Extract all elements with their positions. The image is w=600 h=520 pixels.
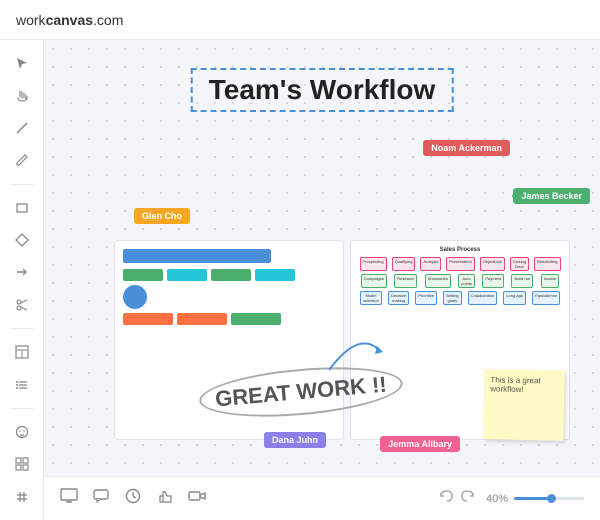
sales-tree: Sales Process Prospecting Qualifying Ana… [351,241,569,314]
curved-arrow-svg [309,320,389,380]
sales-node-setting: Settinggoals [443,291,461,305]
redo-icon[interactable] [460,488,476,509]
sales-row-1: Prospecting Qualifying Analysis Presenta… [357,257,563,271]
monitor-icon[interactable] [60,487,78,510]
sidebar [0,40,44,520]
zoom-slider[interactable] [514,497,584,500]
user-label-james: James Becker [513,188,590,204]
hand-tool[interactable] [8,82,36,108]
pen-tool[interactable] [8,147,36,173]
mini-box-4 [255,269,295,281]
sales-node-equivalence: Equivalence [532,291,560,305]
sales-node-presentation: Presentation [446,257,474,271]
sales-node-long-ago: Long ago [503,291,526,305]
video-icon[interactable] [188,487,206,510]
canvas-area[interactable]: Team's Workflow Noam Ackerman James Beck… [44,40,600,520]
sales-node-prioritize: Prioritize [415,291,437,305]
sales-title: Sales Process [357,247,563,253]
sales-node-build-run: Build run [511,274,533,288]
line-tool[interactable] [8,115,36,141]
user-label-noam: Noam Ackerman [423,140,510,156]
header: workcanvas.com [0,0,600,40]
sales-node-summaries: Summaries [425,274,451,288]
sales-node-qualifying: Qualifying [392,257,416,271]
sales-row-2: Campaigns Research Summaries Autopoints … [357,274,563,288]
canvas-title[interactable]: Team's Workflow [191,68,454,112]
sales-node-analysis: Analysis [420,257,441,271]
sales-node-collaboration: Collaboration [468,291,498,305]
sales-node-auto: Autopoints [458,274,475,288]
mini-row-2 [123,285,335,309]
sales-node-model: Modelselection [360,291,382,305]
rectangle-tool[interactable] [8,195,36,221]
sales-node-research: Research [394,274,417,288]
mini-row-1 [123,269,335,281]
sales-node-decision: Decisionmaking [388,291,409,305]
logo-bold: canvas [46,12,93,28]
mini-box-9 [177,313,227,325]
thumb-up-icon[interactable] [156,487,174,510]
logo: workcanvas.com [16,12,123,28]
sales-node-objections: Objections [480,257,505,271]
sticky-note: This is a great workflow! [483,369,564,440]
sales-node-prospecting: Prospecting [360,257,387,271]
bottom-toolbar: 40% [44,476,600,520]
user-label-jemma: Jemma Alibary [380,436,460,452]
mini-box-10 [231,313,281,325]
arrow-tool[interactable] [8,259,36,285]
sales-node-closing: ClosingDeal [510,257,529,271]
user-label-glen: Glen Cho [134,208,190,224]
comment-icon[interactable] [92,487,110,510]
toolbar-left [60,487,438,510]
clock-icon[interactable] [124,487,142,510]
sidebar-divider-1 [10,184,34,185]
mini-circle [123,285,147,309]
mini-box-3 [211,269,251,281]
sales-node-invoice: Invoice [541,274,560,288]
mini-box-1 [123,269,163,281]
table-tool[interactable] [8,339,36,365]
zoom-level-label: 40% [486,493,508,505]
sticky-note-text: This is a great workflow! [490,375,541,394]
diamond-tool[interactable] [8,227,36,253]
mini-box-2 [167,269,207,281]
sales-node-resoliciting: Resoliciting [534,257,560,271]
sales-row-3: Modelselection Decisionmaking Prioritize… [357,291,563,305]
list-tool[interactable] [8,371,36,397]
cursor-tool[interactable] [8,50,36,76]
scissors-tool[interactable] [8,292,36,318]
user-label-dana: Dana Juhn [264,432,326,448]
sidebar-divider-2 [10,328,34,329]
undo-redo-controls [438,488,476,509]
mini-box-8 [123,313,173,325]
layout-tool[interactable] [8,484,36,510]
mini-row-3 [123,313,335,325]
sales-node-campaigns: Campaigns [361,274,387,288]
sidebar-divider-3 [10,408,34,409]
zoom-slider-fill [514,497,549,500]
zoom-controls: 40% [486,493,584,505]
sales-node-payment: Payment [482,274,504,288]
toolbar-right: 40% [438,488,584,509]
zoom-slider-thumb[interactable] [547,494,556,503]
main-layout: Team's Workflow Noam Ackerman James Beck… [0,40,600,520]
grid-tool[interactable] [8,451,36,477]
mini-header [123,249,271,263]
emoji-tool[interactable] [8,419,36,445]
undo-icon[interactable] [438,488,454,509]
